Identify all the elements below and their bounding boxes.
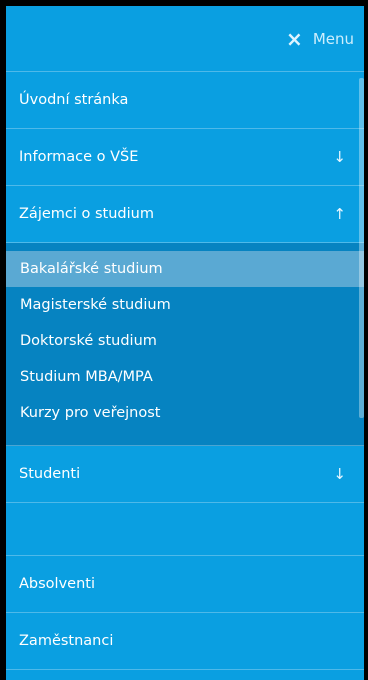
menu-item-label: Studenti: [19, 466, 81, 482]
submenu-item-kurzy-pro-verejnost[interactable]: Kurzy pro veřejnost: [6, 395, 364, 431]
menu-item-label: Zájemci o studium: [19, 206, 154, 222]
submenu-zajemci: Bakalářské studium Magisterské studium D…: [6, 243, 364, 446]
arrow-up-icon[interactable]: ↑: [333, 205, 346, 223]
navigation-menu: × Menu Úvodní stránka Informace o VŠE ↓ …: [6, 6, 364, 680]
menu-item-label: Úvodní stránka: [19, 92, 129, 108]
submenu-item-studium-mba-mpa[interactable]: Studium MBA/MPA: [6, 359, 364, 395]
menu-item-label: Informace o VŠE: [19, 149, 139, 165]
menu-item-studenti[interactable]: Studenti ↓: [6, 446, 364, 503]
close-menu-button[interactable]: Menu: [313, 30, 354, 48]
submenu-item-magisterske-studium[interactable]: Magisterské studium: [6, 287, 364, 323]
arrow-down-icon[interactable]: ↓: [333, 148, 346, 166]
menu-item-zajemci-o-studium[interactable]: Zájemci o studium ↑: [6, 186, 364, 243]
menu-header: × Menu: [6, 6, 364, 72]
menu-item-zamestnanci[interactable]: Zaměstnanci: [6, 613, 364, 670]
submenu-item-bakalarske-studium[interactable]: Bakalářské studium: [6, 251, 364, 287]
menu-spacer: [6, 503, 364, 556]
arrow-down-icon[interactable]: ↓: [333, 465, 346, 483]
menu-item-uvodni-stranka[interactable]: Úvodní stránka: [6, 72, 364, 129]
menu-item-informace-o-vse[interactable]: Informace o VŠE ↓: [6, 129, 364, 186]
menu-item-absolventi[interactable]: Absolventi: [6, 556, 364, 613]
menu-item-label: Absolventi: [19, 576, 95, 592]
close-icon[interactable]: ×: [286, 29, 303, 49]
menu-item-label: Zaměstnanci: [19, 633, 114, 649]
scrollbar[interactable]: [359, 78, 364, 418]
submenu-item-doktorske-studium[interactable]: Doktorské studium: [6, 323, 364, 359]
